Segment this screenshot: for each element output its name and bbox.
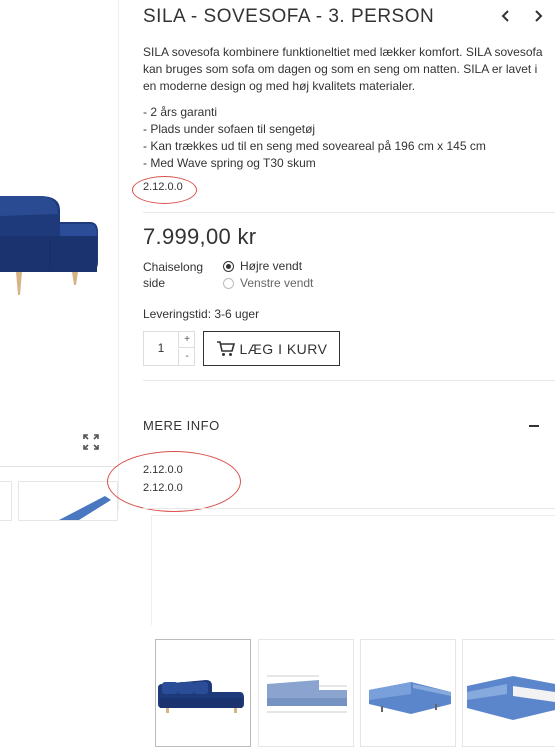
chevron-left-icon[interactable] bbox=[497, 7, 515, 25]
thumbnail-partial[interactable] bbox=[0, 481, 12, 521]
image-viewer-placeholder bbox=[151, 515, 555, 625]
product-details: SILA - SOVESOFA - 3. PERSON SILA sovesof… bbox=[107, 0, 555, 512]
highlight-circle bbox=[107, 451, 241, 512]
minus-icon[interactable] bbox=[529, 425, 539, 427]
chevron-right-icon[interactable] bbox=[529, 7, 547, 25]
quantity-input[interactable] bbox=[144, 332, 178, 365]
add-to-cart-button[interactable]: LÆG I KURV bbox=[203, 331, 340, 366]
option-right-facing[interactable]: Højre vendt bbox=[223, 258, 302, 274]
gallery-thumbnail[interactable] bbox=[462, 639, 555, 747]
highlight-circle bbox=[132, 176, 197, 204]
expand-icon[interactable] bbox=[82, 433, 100, 451]
gallery-thumbnail[interactable] bbox=[258, 639, 354, 747]
radio-checked[interactable] bbox=[223, 260, 234, 272]
radio-unchecked[interactable] bbox=[223, 277, 234, 289]
feature-item: - 2 års garanti bbox=[143, 105, 218, 119]
thumbnail-partial[interactable] bbox=[18, 481, 118, 521]
product-main-image[interactable] bbox=[0, 0, 118, 300]
divider bbox=[0, 466, 118, 467]
divider bbox=[143, 380, 555, 381]
feature-item: - Kan trækkes ud til en seng med soveare… bbox=[143, 139, 486, 153]
quantity-stepper: + - bbox=[143, 331, 195, 366]
delivery-time: Leveringstid: 3-6 uger bbox=[143, 307, 260, 321]
quantity-increase-button[interactable]: + bbox=[178, 332, 195, 348]
divider bbox=[143, 212, 555, 213]
gallery-thumbnail[interactable] bbox=[360, 639, 456, 747]
product-image-area bbox=[0, 0, 118, 521]
quantity-decrease-button[interactable]: - bbox=[178, 349, 195, 365]
divider bbox=[143, 508, 555, 509]
more-info-heading[interactable]: MERE INFO bbox=[143, 418, 220, 433]
product-price: 7.999,00 kr bbox=[143, 224, 257, 249]
option-label: Chaiselong side bbox=[143, 260, 204, 290]
feature-item: - Plads under sofaen til sengetøj bbox=[143, 122, 316, 136]
feature-list: - 2 års garanti - Plads under sofaen til… bbox=[143, 104, 486, 172]
feature-item: - Med Wave spring og T30 skum bbox=[143, 156, 316, 170]
cart-icon bbox=[216, 340, 235, 356]
add-to-cart-label: LÆG I KURV bbox=[239, 340, 328, 357]
product-description: SILA sovesofa kombinere funktioneltiet m… bbox=[143, 45, 543, 93]
gallery-thumbnail[interactable] bbox=[155, 639, 251, 747]
product-title: SILA - SOVESOFA - 3. PERSON bbox=[143, 6, 435, 27]
option-left-facing[interactable]: Venstre vendt bbox=[223, 275, 313, 291]
